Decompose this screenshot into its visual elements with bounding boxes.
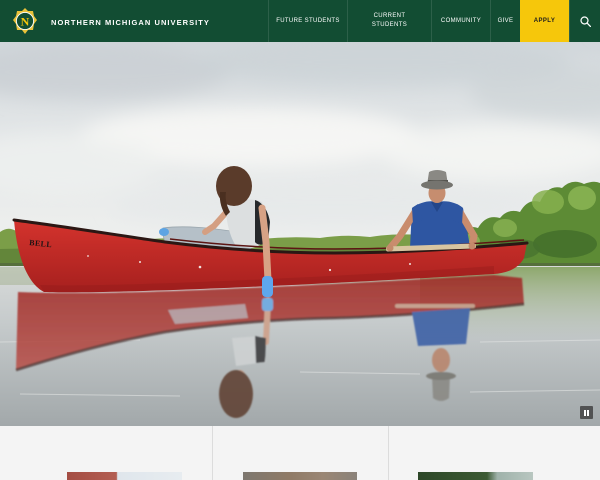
logo-letter: N xyxy=(21,14,30,28)
hull-scuff xyxy=(139,261,141,263)
hero-photo: BELL xyxy=(0,42,600,426)
site-header: N NORTHERN MICHIGAN UNIVERSITY FUTURE ST… xyxy=(0,0,600,42)
nav-community[interactable]: COMMUNITY xyxy=(431,0,490,42)
woman-left-glove xyxy=(159,228,169,236)
man-left-hand xyxy=(386,244,394,252)
nmu-emblem-icon[interactable]: N xyxy=(12,6,38,36)
tree-highlight xyxy=(532,190,564,214)
pause-button[interactable] xyxy=(580,406,593,419)
nav-current-students[interactable]: CURRENT STUDENTS xyxy=(347,0,431,42)
pause-icon-bar xyxy=(587,409,589,416)
search-icon xyxy=(579,15,591,27)
man-hat-brim xyxy=(421,180,453,190)
tree-highlight xyxy=(568,186,596,210)
man-face-reflection xyxy=(432,348,450,372)
feature-card-thumbnail[interactable] xyxy=(67,472,182,480)
hat-brim-reflection xyxy=(426,372,456,380)
nav-give[interactable]: GIVE xyxy=(490,0,520,42)
shirt-reflection xyxy=(412,308,470,346)
hull-scuff xyxy=(328,268,332,272)
logo-graphic: N xyxy=(13,8,37,34)
apply-label: APPLY xyxy=(533,17,556,24)
search-button[interactable] xyxy=(569,0,600,42)
main-nav: FUTURE STUDENTS CURRENT STUDENTS COMMUNI… xyxy=(268,0,600,42)
pause-icon xyxy=(584,409,586,416)
search-icon-handle xyxy=(585,21,591,27)
hull-scuff xyxy=(198,265,202,269)
feature-card[interactable] xyxy=(0,426,212,480)
feature-card-thumbnail[interactable] xyxy=(418,472,533,480)
nav-label: CURRENT STUDENTS xyxy=(371,13,408,28)
hull-scuff xyxy=(87,255,89,257)
paddle-reflection xyxy=(395,304,475,308)
feature-cards xyxy=(0,426,600,480)
hero-video: BELL xyxy=(0,42,600,426)
man-right-hand xyxy=(468,242,476,250)
feature-card[interactable] xyxy=(388,426,600,480)
nav-label: COMMUNITY xyxy=(440,17,482,24)
tree-highlight xyxy=(493,219,517,237)
apply-button[interactable]: APPLY xyxy=(520,0,569,42)
site-name[interactable]: NORTHERN MICHIGAN UNIVERSITY xyxy=(51,18,210,27)
torso-dark-reflection xyxy=(255,336,266,363)
hair-reflection xyxy=(219,370,253,418)
tree-shadow xyxy=(533,230,597,258)
nav-label: FUTURE STUDENTS xyxy=(276,17,340,24)
glove-reflection xyxy=(262,298,273,311)
nav-future-students[interactable]: FUTURE STUDENTS xyxy=(268,0,347,42)
nav-label: GIVE xyxy=(497,17,514,24)
feature-card[interactable] xyxy=(212,426,388,480)
hull-scuff xyxy=(409,263,411,265)
woman-right-glove xyxy=(262,276,273,297)
feature-card-thumbnail[interactable] xyxy=(243,472,357,480)
